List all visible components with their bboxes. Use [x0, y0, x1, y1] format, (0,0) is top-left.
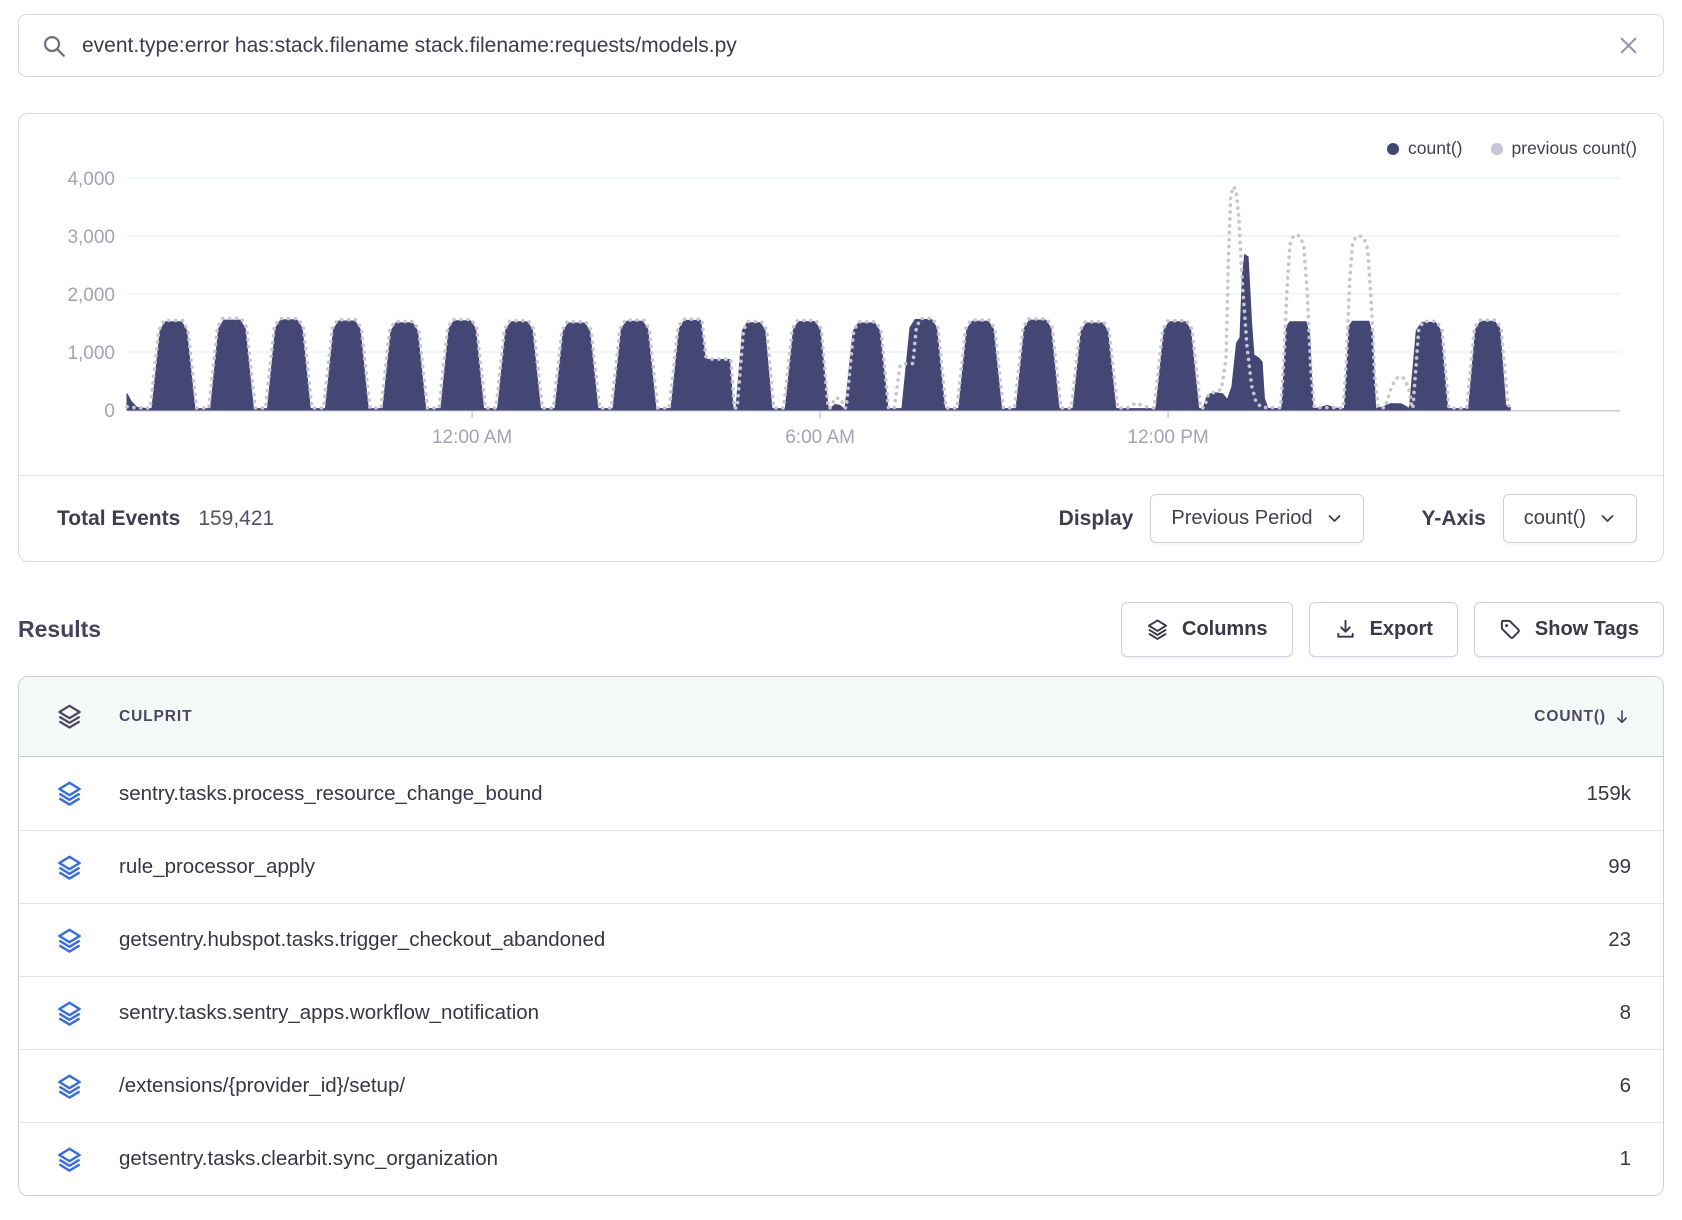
display-label: Display — [1059, 507, 1134, 531]
total-events-label: Total Events — [57, 507, 180, 531]
stack-icon — [56, 927, 83, 954]
svg-text:4,000: 4,000 — [67, 169, 115, 190]
columns-button[interactable]: Columns — [1121, 602, 1293, 657]
svg-text:0: 0 — [104, 401, 115, 422]
columns-button-label: Columns — [1182, 618, 1268, 641]
column-header-icon-cell[interactable] — [19, 703, 119, 730]
legend-item[interactable]: count() — [1387, 138, 1462, 159]
svg-text:12:00 AM: 12:00 AM — [432, 427, 512, 448]
table-row[interactable]: sentry.tasks.sentry_apps.workflow_notifi… — [19, 976, 1663, 1049]
results-heading: Results — [18, 616, 101, 643]
search-bar[interactable]: event.type:error has:stack.filename stac… — [18, 14, 1664, 77]
table-row[interactable]: getsentry.tasks.clearbit.sync_organizati… — [19, 1122, 1663, 1195]
stack-icon — [56, 1146, 83, 1173]
count-cell: 99 — [1608, 855, 1631, 879]
svg-text:6:00 AM: 6:00 AM — [785, 427, 855, 448]
stack-icon — [56, 703, 83, 730]
export-button-label: Export — [1370, 618, 1433, 641]
tag-icon — [1499, 618, 1522, 641]
results-table-header: CULPRIT COUNT() — [19, 677, 1663, 757]
y-axis-dropdown[interactable]: count() — [1503, 494, 1637, 543]
legend-item[interactable]: previous count() — [1491, 138, 1637, 159]
culprit-cell: rule_processor_apply — [119, 855, 1608, 879]
count-cell: 6 — [1620, 1074, 1631, 1098]
show-tags-button-label: Show Tags — [1535, 618, 1639, 641]
stack-icon — [56, 1000, 83, 1027]
table-row[interactable]: /extensions/{provider_id}/setup/ 6 — [19, 1049, 1663, 1122]
chevron-down-icon — [1599, 510, 1616, 527]
culprit-cell: sentry.tasks.sentry_apps.workflow_notifi… — [119, 1001, 1620, 1025]
stack-icon — [56, 854, 83, 881]
stack-icon — [1146, 618, 1169, 641]
chart-footer: Total Events 159,421 Display Previous Pe… — [19, 475, 1663, 561]
display-dropdown-value: Previous Period — [1171, 507, 1312, 530]
column-header-count[interactable]: COUNT() — [1534, 708, 1631, 726]
stack-icon — [56, 1073, 83, 1100]
results-header-row: Results Columns Export — [18, 602, 1664, 657]
sort-descending-icon — [1613, 708, 1631, 726]
results-table-body: sentry.tasks.process_resource_change_bou… — [19, 757, 1663, 1195]
culprit-cell: /extensions/{provider_id}/setup/ — [119, 1074, 1620, 1098]
legend-dot — [1491, 143, 1503, 155]
results-table: CULPRIT COUNT() sentry.tasks.process_res… — [18, 676, 1664, 1196]
svg-text:3,000: 3,000 — [67, 227, 115, 248]
column-header-culprit[interactable]: CULPRIT — [119, 708, 1534, 726]
y-axis-label: Y-Axis — [1422, 507, 1486, 531]
table-row[interactable]: sentry.tasks.process_resource_change_bou… — [19, 757, 1663, 830]
culprit-cell: getsentry.hubspot.tasks.trigger_checkout… — [119, 928, 1608, 952]
legend-dot — [1387, 143, 1399, 155]
table-row[interactable]: rule_processor_apply 99 — [19, 830, 1663, 903]
chevron-down-icon — [1326, 510, 1343, 527]
download-icon — [1334, 618, 1357, 641]
total-events-value: 159,421 — [198, 507, 274, 531]
export-button[interactable]: Export — [1309, 602, 1458, 657]
chart-legend: count() previous count() — [1387, 138, 1637, 159]
count-cell: 159k — [1587, 782, 1631, 806]
table-row[interactable]: getsentry.hubspot.tasks.trigger_checkout… — [19, 903, 1663, 976]
stack-icon — [56, 780, 83, 807]
count-cell: 8 — [1620, 1001, 1631, 1025]
svg-text:2,000: 2,000 — [67, 285, 115, 306]
count-cell: 23 — [1608, 928, 1631, 952]
legend-label: previous count() — [1512, 138, 1637, 159]
svg-text:12:00 PM: 12:00 PM — [1127, 427, 1208, 448]
y-axis-dropdown-value: count() — [1524, 507, 1586, 530]
events-chart: 0 1,000 2,000 3,000 4,000 12:00 AM 6:00 AM 12:0… — [19, 114, 1663, 475]
clear-search-icon[interactable] — [1616, 33, 1641, 58]
show-tags-button[interactable]: Show Tags — [1474, 602, 1664, 657]
search-query-input[interactable]: event.type:error has:stack.filename stac… — [82, 34, 1601, 58]
total-events: Total Events 159,421 — [57, 507, 274, 531]
count-cell: 1 — [1620, 1147, 1631, 1171]
legend-label: count() — [1408, 138, 1462, 159]
search-icon — [41, 33, 67, 59]
display-dropdown[interactable]: Previous Period — [1150, 494, 1363, 543]
culprit-cell: sentry.tasks.process_resource_change_bou… — [119, 782, 1587, 806]
events-chart-panel: count() previous count() 0 1,000 2,000 3,000… — [18, 113, 1664, 562]
svg-text:1,000: 1,000 — [67, 343, 115, 364]
culprit-cell: getsentry.tasks.clearbit.sync_organizati… — [119, 1147, 1620, 1171]
